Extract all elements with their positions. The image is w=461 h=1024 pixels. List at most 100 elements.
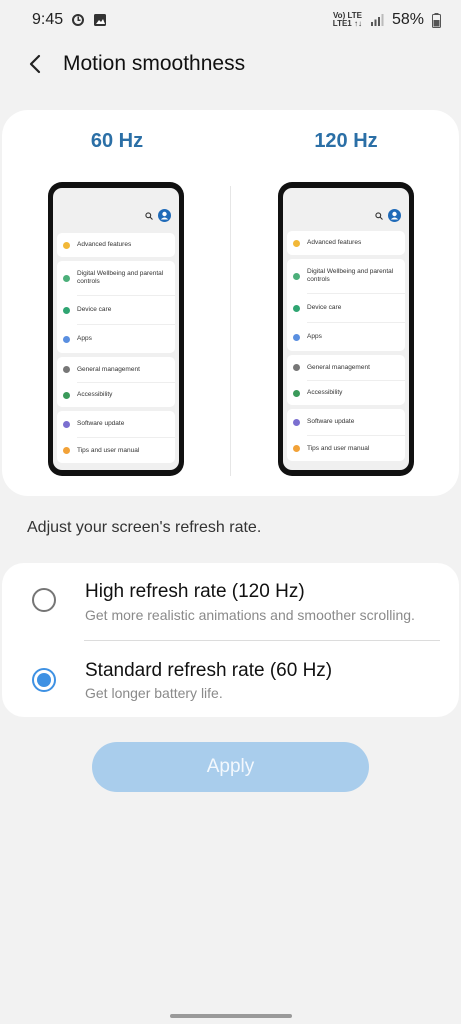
account-icon <box>158 209 171 222</box>
hz-label-60: 60 Hz <box>90 130 144 152</box>
list-item: Apps <box>57 325 175 353</box>
option-high-refresh-rate[interactable]: High refresh rate (120 Hz) Get more real… <box>2 563 459 640</box>
back-button[interactable] <box>22 50 50 78</box>
option-subtitle: Get longer battery life. <box>85 685 223 701</box>
apps-icon <box>63 335 70 343</box>
device-care-icon <box>293 304 300 312</box>
accessibility-icon <box>293 389 300 397</box>
wellbeing-icon <box>63 274 70 282</box>
device-care-icon <box>63 306 70 314</box>
list-item-label: Software update <box>307 418 355 425</box>
network-indicator: Vo) LTE LTE1 ↑↓ <box>333 12 362 28</box>
list-item: Digital Wellbeing and parental controls <box>57 261 175 295</box>
list-item: Software update <box>287 409 405 435</box>
general-icon <box>293 364 300 371</box>
wellbeing-line-1: Digital Wellbeing and parental <box>307 268 394 275</box>
phone-topbar <box>375 209 401 222</box>
image-icon <box>93 13 107 27</box>
preview-divider <box>230 186 231 476</box>
tips-icon <box>63 447 70 454</box>
status-left: 9:45 <box>32 11 107 29</box>
option-title: High refresh rate (120 Hz) <box>85 581 305 602</box>
apply-button[interactable]: Apply <box>92 742 369 792</box>
list-item: Apps <box>287 323 405 351</box>
header: Motion smoothness <box>0 42 461 86</box>
signal-icon <box>370 13 384 27</box>
wellbeing-line-2: controls <box>77 278 100 285</box>
phone-group: Digital Wellbeing and parental controls D… <box>57 261 175 353</box>
list-item: Device care <box>287 294 405 322</box>
phone-group: Advanced features <box>57 233 175 257</box>
radio-high-refresh-rate[interactable] <box>32 588 56 612</box>
phone-preview-60hz: Advanced features Digital Wellbeing and … <box>48 182 184 476</box>
back-arrow-icon <box>29 54 41 74</box>
account-icon <box>388 209 401 222</box>
accessibility-icon <box>63 391 70 399</box>
list-item: Accessibility <box>57 383 175 407</box>
apps-icon <box>293 333 300 341</box>
radio-selected-dot <box>37 673 51 687</box>
list-item: Advanced features <box>57 233 175 257</box>
phone-screen: Advanced features Digital Wellbeing and … <box>53 188 179 470</box>
list-item-label: Device care <box>307 304 342 311</box>
option-title: Standard refresh rate (60 Hz) <box>85 660 333 681</box>
list-item-label: Advanced features <box>77 241 132 248</box>
list-item: Tips and user manual <box>287 436 405 461</box>
software-update-icon <box>293 418 300 426</box>
list-item-label: Apps <box>307 333 322 340</box>
status-bar: 9:45 Vo) LTE LTE1 ↑↓ 58% <box>0 0 461 40</box>
advanced-icon <box>293 239 300 247</box>
network-bottom-text: LTE1 ↑↓ <box>332 19 362 28</box>
page-title: Motion smoothness <box>63 52 246 75</box>
list-item: Device care <box>57 296 175 324</box>
search-icon <box>145 211 153 220</box>
wellbeing-icon <box>293 272 300 280</box>
list-item: Digital Wellbeing and parental controls <box>287 259 405 293</box>
phone-group: General management Accessibility <box>57 357 175 407</box>
general-icon <box>63 366 70 373</box>
list-item: General management <box>57 357 175 382</box>
status-right: Vo) LTE LTE1 ↑↓ 58% <box>333 11 441 29</box>
home-indicator[interactable] <box>170 1014 292 1018</box>
search-icon <box>375 211 383 220</box>
list-item-label: Apps <box>77 335 92 342</box>
wellbeing-line-1: Digital Wellbeing and parental <box>77 270 164 277</box>
refresh-rate-description: Adjust your screen's refresh rate. <box>27 519 262 536</box>
list-item: Accessibility <box>287 381 405 405</box>
phone-group: Software update Tips and user manual <box>57 411 175 463</box>
preview-card: 60 Hz 120 Hz Advanced features Digital W… <box>2 110 459 496</box>
list-item-label: General management <box>307 363 370 371</box>
list-item-label: Software update <box>77 420 125 427</box>
refresh-rate-options: High refresh rate (120 Hz) Get more real… <box>2 563 459 717</box>
list-item-label: Accessibility <box>77 391 113 398</box>
alarm-icon <box>71 13 85 27</box>
list-item-label: Accessibility <box>307 389 343 396</box>
phone-group: Advanced features <box>287 231 405 255</box>
phone-group: Software update Tips and user manual <box>287 409 405 461</box>
list-item-label: Digital Wellbeing and parental controls <box>77 270 163 286</box>
phone-group: General management Accessibility <box>287 355 405 405</box>
phone-preview-120hz: Advanced features Digital Wellbeing and … <box>278 182 414 476</box>
list-item-label: Tips and user manual <box>307 444 370 452</box>
list-item: Tips and user manual <box>57 438 175 463</box>
battery-percent: 58% <box>391 11 424 28</box>
list-item-label: Device care <box>77 306 112 313</box>
tips-icon <box>293 445 300 452</box>
phone-screen: Advanced features Digital Wellbeing and … <box>283 188 409 470</box>
wellbeing-line-2: controls <box>307 276 330 283</box>
option-standard-refresh-rate[interactable]: Standard refresh rate (60 Hz) Get longer… <box>2 640 459 717</box>
list-item: General management <box>287 355 405 380</box>
list-item: Software update <box>57 411 175 437</box>
radio-standard-refresh-rate[interactable] <box>32 668 56 692</box>
list-item-label: Tips and user manual <box>77 446 140 454</box>
status-time: 9:45 <box>32 11 64 28</box>
list-item-label: General management <box>77 365 140 373</box>
hz-label-120: 120 Hz <box>314 130 378 152</box>
list-item-label: Digital Wellbeing and parental controls <box>307 268 393 284</box>
list-item: Advanced features <box>287 231 405 255</box>
phone-topbar <box>145 209 171 222</box>
list-item-label: Advanced features <box>307 239 362 246</box>
phone-group: Digital Wellbeing and parental controls D… <box>287 259 405 351</box>
software-update-icon <box>63 420 70 428</box>
battery-icon <box>432 12 441 28</box>
